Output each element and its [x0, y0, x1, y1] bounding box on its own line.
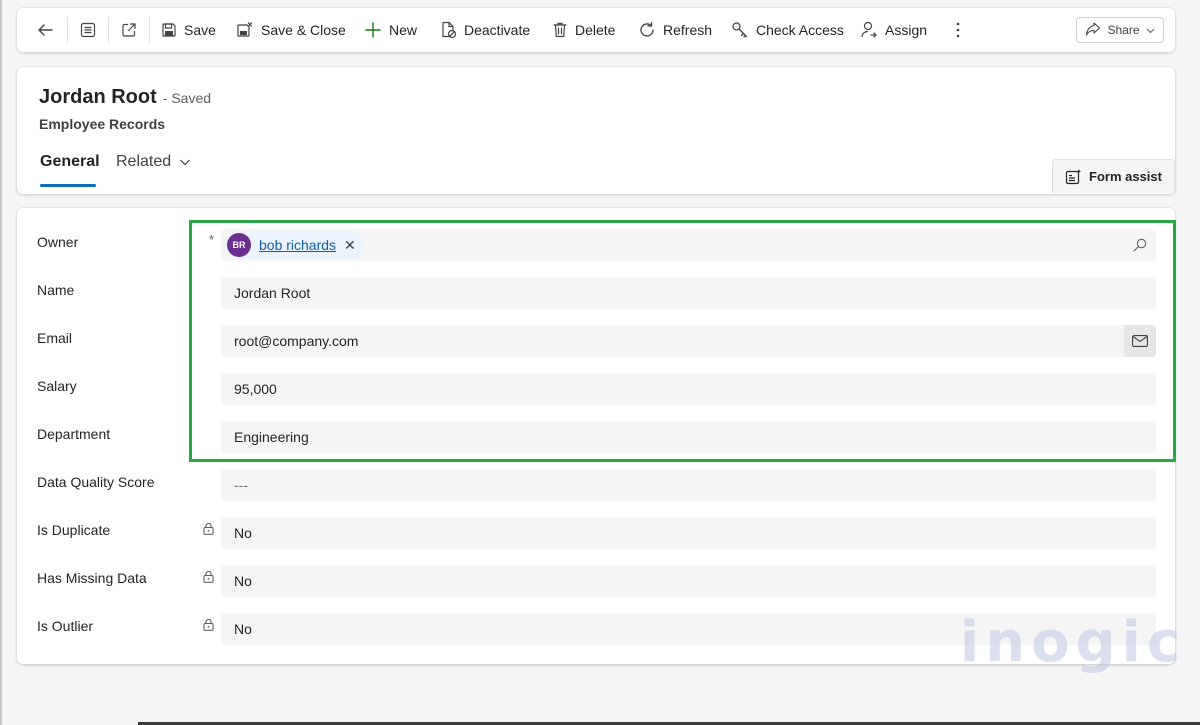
plus-icon — [365, 22, 381, 38]
delete-label: Delete — [575, 22, 616, 38]
person-icon — [861, 21, 877, 38]
name-label: Name — [37, 282, 75, 298]
save-status: - Saved — [162, 90, 212, 106]
avatar: BR — [227, 233, 251, 257]
tab-related-label: Related — [116, 153, 172, 170]
is-outlier-field: No — [221, 613, 1156, 645]
command-bar: Save Save & Close New Deactivate Delete … — [17, 8, 1175, 52]
owner-link[interactable]: bob richards — [259, 237, 336, 253]
send-email-button[interactable] — [1124, 325, 1156, 357]
more-vertical-icon — [956, 22, 960, 38]
deactivate-label: Deactivate — [464, 22, 531, 38]
chevron-down-icon — [1146, 28, 1154, 33]
has-missing-data-field: No — [221, 565, 1156, 597]
data-quality-score-label: Data Quality Score — [37, 474, 155, 490]
delete-button[interactable]: Delete — [552, 8, 615, 52]
deactivate-button[interactable]: Deactivate — [439, 8, 530, 52]
selected-tab-indicator — [40, 184, 96, 187]
tab-general-label: General — [40, 153, 100, 170]
open-in-new-window-icon — [122, 23, 136, 37]
key-icon — [732, 22, 748, 38]
record-title: Jordan Root — [39, 86, 157, 108]
form-assist-label: Form assist — [1089, 169, 1162, 184]
form-view-button[interactable] — [79, 8, 97, 52]
save-close-icon — [237, 22, 253, 37]
trash-icon — [553, 22, 567, 38]
window-left-edge — [0, 0, 2, 725]
form-assist-icon — [1065, 168, 1082, 184]
back-arrow-icon — [38, 24, 53, 36]
form-view-icon — [80, 22, 96, 38]
refresh-icon — [640, 21, 654, 37]
share-button[interactable]: Share — [1076, 17, 1164, 43]
is-duplicate-field: No — [221, 517, 1156, 549]
form-assist-button[interactable]: Form assist — [1052, 159, 1175, 193]
save-icon — [162, 23, 176, 37]
save-label: Save — [184, 22, 216, 38]
tab-related[interactable]: Related — [116, 153, 191, 171]
remove-owner-icon[interactable]: ✕ — [344, 237, 356, 254]
record-header: Jordan Root - Saved Employee Records Gen… — [17, 67, 1175, 194]
lock-icon — [203, 522, 214, 535]
data-quality-score-field[interactable]: --- — [221, 469, 1156, 501]
assign-button[interactable]: Assign — [860, 8, 927, 52]
email-field[interactable]: root@company.com — [221, 325, 1156, 357]
separator — [67, 17, 68, 43]
lock-icon — [203, 618, 214, 631]
salary-field[interactable]: 95,000 — [221, 373, 1156, 405]
is-outlier-label: Is Outlier — [37, 618, 94, 634]
title-row: Jordan Root - Saved — [39, 86, 211, 109]
new-label: New — [389, 22, 418, 38]
general-form-section: Owner * BR bob richards ✕ Name Jordan Ro… — [17, 208, 1175, 664]
owner-chip[interactable]: BR bob richards ✕ — [225, 231, 364, 259]
email-label: Email — [37, 330, 73, 346]
assign-label: Assign — [885, 22, 928, 38]
separator — [149, 17, 150, 43]
save-close-button[interactable]: Save & Close — [236, 8, 346, 52]
salary-label: Salary — [37, 378, 77, 394]
back-button[interactable] — [36, 8, 54, 52]
email-value: root@company.com — [234, 333, 359, 349]
new-button[interactable]: New — [364, 8, 417, 52]
required-indicator: * — [209, 232, 215, 247]
deactivate-icon — [442, 21, 457, 39]
share-label: Share — [1107, 23, 1140, 37]
department-label: Department — [37, 426, 111, 442]
tab-general[interactable]: General — [40, 153, 100, 171]
is-duplicate-label: Is Duplicate — [37, 522, 111, 538]
open-new-window-button[interactable] — [120, 8, 138, 52]
entity-name: Employee Records — [39, 116, 166, 132]
mail-icon — [1132, 335, 1148, 347]
search-icon[interactable] — [1133, 238, 1147, 252]
separator — [108, 17, 109, 43]
check-access-button[interactable]: Check Access — [731, 8, 844, 52]
has-missing-data-label: Has Missing Data — [37, 570, 147, 586]
lock-icon — [203, 570, 214, 583]
share-icon — [1086, 22, 1101, 36]
department-field[interactable]: Engineering — [221, 421, 1156, 453]
name-field[interactable]: Jordan Root — [221, 277, 1156, 309]
save-button[interactable]: Save — [161, 8, 216, 52]
check-access-label: Check Access — [756, 22, 844, 38]
owner-lookup-field[interactable]: BR bob richards ✕ — [221, 229, 1156, 261]
refresh-button[interactable]: Refresh — [638, 8, 712, 52]
owner-label: Owner — [37, 234, 79, 250]
more-commands-button[interactable] — [954, 8, 962, 52]
refresh-label: Refresh — [663, 22, 713, 38]
save-close-label: Save & Close — [261, 22, 346, 38]
chevron-down-icon — [180, 159, 191, 166]
